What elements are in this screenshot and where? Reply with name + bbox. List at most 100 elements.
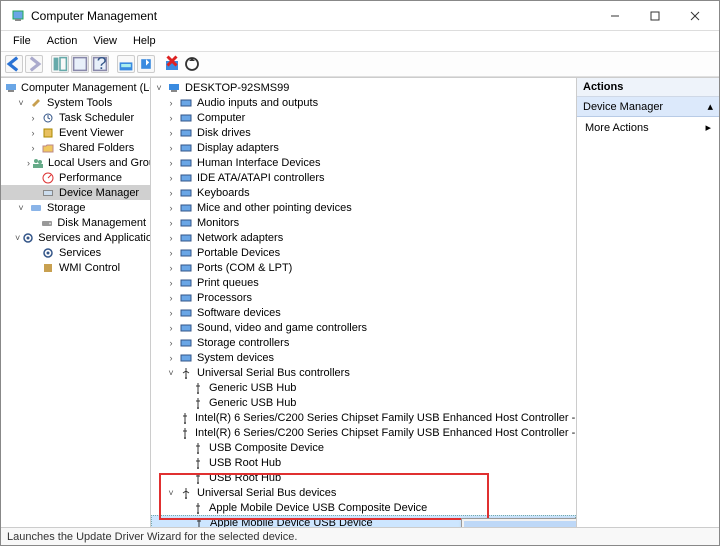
- expand-icon[interactable]: [27, 217, 38, 229]
- device-category[interactable]: ›Storage controllers: [151, 335, 576, 350]
- expand-icon[interactable]: [27, 187, 39, 199]
- device-category[interactable]: ›Print queues: [151, 275, 576, 290]
- expand-icon[interactable]: ›: [165, 307, 177, 319]
- category-usb-devices[interactable]: ˅Universal Serial Bus devices: [151, 485, 576, 500]
- tree-storage[interactable]: ˅Storage: [1, 200, 150, 215]
- device-category[interactable]: ›Display adapters: [151, 140, 576, 155]
- show-hide-button[interactable]: [51, 55, 69, 73]
- collapse-icon[interactable]: ˅: [165, 487, 177, 499]
- uninstall-toolbar-button[interactable]: [163, 55, 181, 73]
- collapse-icon[interactable]: ˅: [15, 202, 27, 214]
- device-category[interactable]: ›System devices: [151, 350, 576, 365]
- expand-icon[interactable]: ›: [165, 322, 177, 334]
- tree-root[interactable]: Computer Management (Local): [1, 80, 150, 95]
- expand-icon[interactable]: ›: [165, 127, 177, 139]
- device-item[interactable]: Intel(R) 6 Series/C200 Series Chipset Fa…: [151, 410, 576, 425]
- menu-action[interactable]: Action: [39, 33, 86, 49]
- device-item[interactable]: USB Root Hub: [151, 455, 576, 470]
- refresh-button[interactable]: [183, 55, 201, 73]
- scan-button[interactable]: [117, 55, 135, 73]
- device-category[interactable]: ›Software devices: [151, 305, 576, 320]
- device-category[interactable]: ›Disk drives: [151, 125, 576, 140]
- device-item[interactable]: Intel(R) 6 Series/C200 Series Chipset Fa…: [151, 425, 576, 440]
- expand-icon[interactable]: ›: [165, 97, 177, 109]
- tree-item[interactable]: WMI Control: [1, 260, 150, 275]
- device-category[interactable]: ›Keyboards: [151, 185, 576, 200]
- tree-item[interactable]: › Task Scheduler: [1, 110, 150, 125]
- tree-item[interactable]: Performance: [1, 170, 150, 185]
- expand-icon[interactable]: [27, 172, 39, 184]
- usb-device-icon: [191, 381, 205, 395]
- category-label: Processors: [195, 292, 252, 304]
- item-label: Task Scheduler: [57, 112, 134, 124]
- expand-icon[interactable]: ›: [165, 142, 177, 154]
- device-item[interactable]: USB Root Hub: [151, 470, 576, 485]
- menu-file[interactable]: File: [5, 33, 39, 49]
- close-button[interactable]: [675, 2, 715, 30]
- actions-more[interactable]: More Actions▸: [577, 117, 719, 138]
- maximize-button[interactable]: [635, 2, 675, 30]
- forward-button[interactable]: [25, 55, 43, 73]
- collapse-icon[interactable]: ˅: [15, 97, 27, 109]
- device-category[interactable]: ›IDE ATA/ATAPI controllers: [151, 170, 576, 185]
- tree-item[interactable]: Device Manager: [1, 185, 150, 200]
- category-icon: [179, 141, 193, 155]
- actions-device-manager[interactable]: Device Manager▴: [577, 97, 719, 117]
- expand-icon[interactable]: ›: [165, 337, 177, 349]
- category-usb-controllers[interactable]: ˅Universal Serial Bus controllers: [151, 365, 576, 380]
- minimize-button[interactable]: [595, 2, 635, 30]
- expand-icon[interactable]: ›: [27, 157, 30, 169]
- menu-help[interactable]: Help: [125, 33, 164, 49]
- device-root[interactable]: ˅DESKTOP-92SMS99: [151, 80, 576, 95]
- device-item[interactable]: Generic USB Hub: [151, 395, 576, 410]
- expand-icon[interactable]: ›: [27, 142, 39, 154]
- collapse-icon[interactable]: ˅: [153, 82, 165, 94]
- device-category[interactable]: ›Human Interface Devices: [151, 155, 576, 170]
- expand-icon[interactable]: ›: [165, 157, 177, 169]
- expand-icon[interactable]: ›: [165, 262, 177, 274]
- expand-icon[interactable]: ›: [165, 292, 177, 304]
- device-item[interactable]: USB Composite Device: [151, 440, 576, 455]
- update-driver-button[interactable]: [137, 55, 155, 73]
- tree-item[interactable]: Disk Management: [1, 215, 150, 230]
- expand-icon[interactable]: ›: [165, 352, 177, 364]
- collapse-icon[interactable]: ˅: [165, 367, 177, 379]
- tree-item[interactable]: Services: [1, 245, 150, 260]
- device-category[interactable]: ›Monitors: [151, 215, 576, 230]
- device-category[interactable]: ›Audio inputs and outputs: [151, 95, 576, 110]
- device-category[interactable]: ›Mice and other pointing devices: [151, 200, 576, 215]
- properties-toolbar-button[interactable]: [71, 55, 89, 73]
- expand-icon[interactable]: ›: [165, 172, 177, 184]
- expand-icon[interactable]: ›: [165, 112, 177, 124]
- device-category[interactable]: ›Ports (COM & LPT): [151, 260, 576, 275]
- device-item[interactable]: Generic USB Hub: [151, 380, 576, 395]
- tree-item[interactable]: ›Local Users and Groups: [1, 155, 150, 170]
- device-item[interactable]: Apple Mobile Device USB Composite Device: [151, 500, 576, 515]
- expand-icon[interactable]: ›: [27, 127, 39, 139]
- device-category[interactable]: ›Computer: [151, 110, 576, 125]
- expand-icon[interactable]: ›: [165, 187, 177, 199]
- collapse-icon[interactable]: ˅: [15, 232, 20, 244]
- tree-item[interactable]: ›Shared Folders: [1, 140, 150, 155]
- help-toolbar-button[interactable]: ?: [91, 55, 109, 73]
- back-button[interactable]: [5, 55, 23, 73]
- item-icon: [32, 156, 44, 170]
- expand-icon[interactable]: ›: [165, 277, 177, 289]
- expand-icon[interactable]: [27, 247, 39, 259]
- expand-icon[interactable]: ›: [165, 202, 177, 214]
- tree-system-tools[interactable]: ˅System Tools: [1, 95, 150, 110]
- device-category[interactable]: › Processors: [151, 290, 576, 305]
- ctx-update-driver[interactable]: Update driver: [464, 521, 577, 527]
- device-category[interactable]: ›Sound, video and game controllers: [151, 320, 576, 335]
- device-category[interactable]: ›Network adapters: [151, 230, 576, 245]
- menu-view[interactable]: View: [85, 33, 125, 49]
- expand-icon[interactable]: [27, 262, 39, 274]
- expand-icon[interactable]: ›: [165, 247, 177, 259]
- tree-item[interactable]: ›Event Viewer: [1, 125, 150, 140]
- device-category[interactable]: ›Portable Devices: [151, 245, 576, 260]
- tree-services-apps[interactable]: ˅Services and Applications: [1, 230, 150, 245]
- expand-icon[interactable]: ›: [27, 112, 39, 124]
- expand-icon[interactable]: ›: [165, 217, 177, 229]
- device-label: USB Root Hub: [207, 472, 281, 484]
- expand-icon[interactable]: ›: [165, 232, 177, 244]
